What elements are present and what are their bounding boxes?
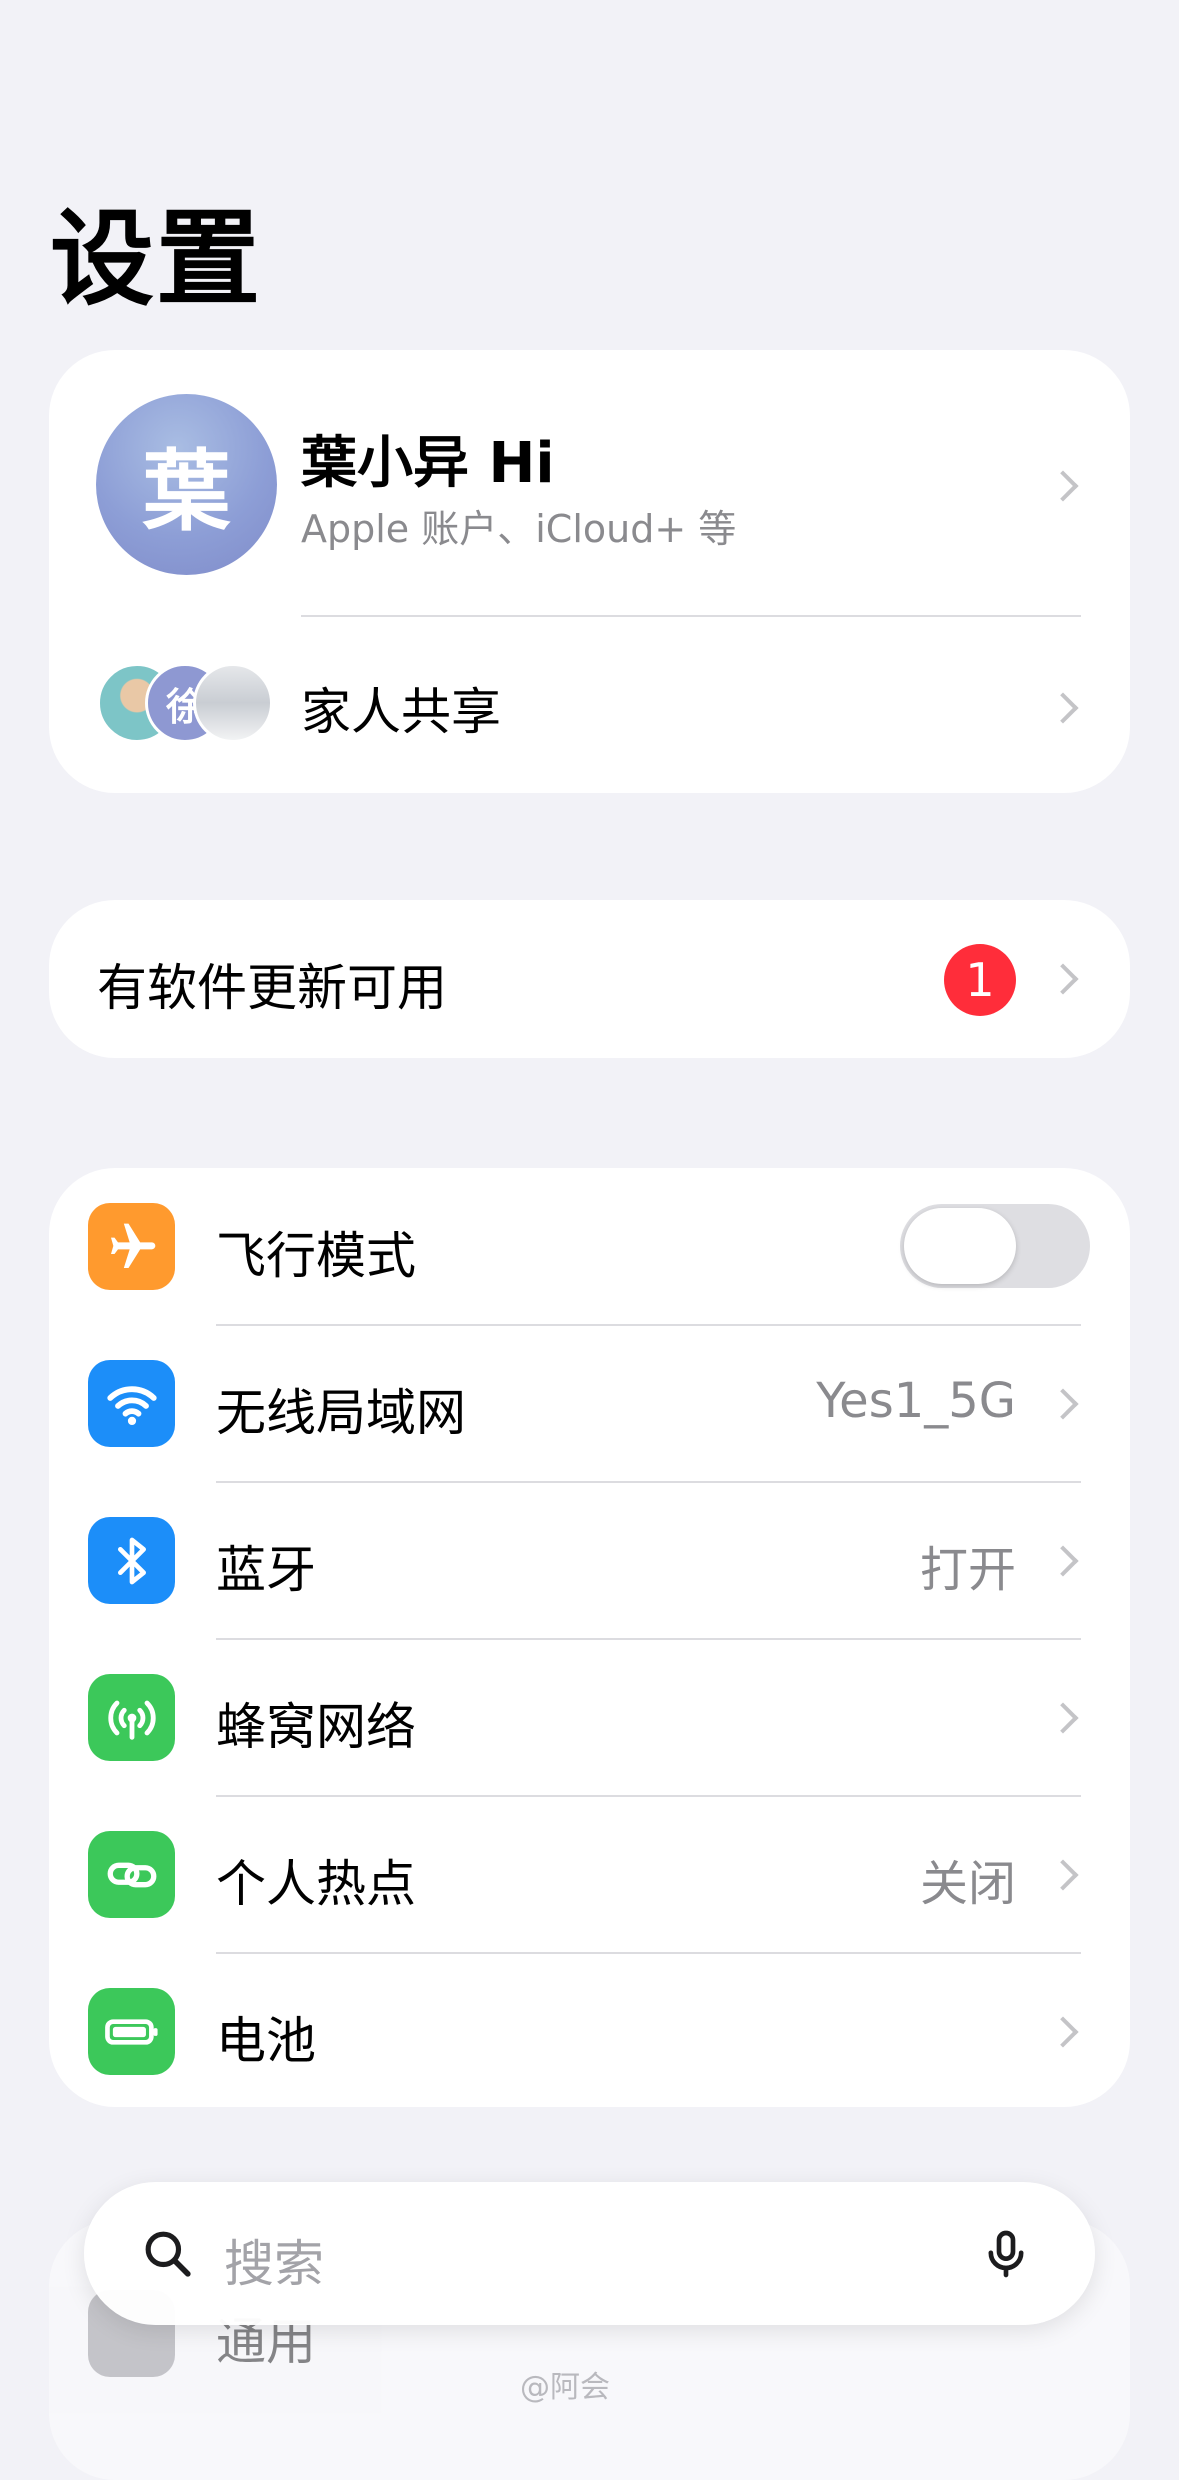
settings-row-personal-hotspot[interactable]: 个人热点 关闭 <box>49 1796 1130 1953</box>
settings-row-label: 无线局域网 <box>216 1384 466 1442</box>
settings-row-label: 个人热点 <box>216 1855 416 1913</box>
settings-row-wifi[interactable]: 无线局域网 Yes1_5G <box>49 1325 1130 1482</box>
software-update-row[interactable]: 有软件更新可用 1 <box>49 900 1130 1058</box>
chevron-right-icon <box>1047 1545 1079 1577</box>
hotspot-icon <box>88 1831 175 1918</box>
wifi-network-value: Yes1_5G <box>816 1373 1016 1429</box>
chevron-right-icon <box>1047 1702 1079 1734</box>
family-member-avatar <box>193 663 273 743</box>
settings-list: 飞行模式 无线局域网 Yes1_5G 蓝牙 打开 蜂窝网络 个人热点 关闭 电池 <box>49 1168 1130 2107</box>
settings-row-label: 电池 <box>216 2012 316 2070</box>
hotspot-status-value: 关闭 <box>919 1856 1016 1912</box>
chevron-right-icon <box>1047 963 1079 995</box>
chevron-right-icon <box>1047 470 1079 502</box>
watermark: @阿会 <box>520 2370 610 2405</box>
notification-badge: 1 <box>944 944 1016 1016</box>
bluetooth-status-value: 打开 <box>919 1542 1016 1598</box>
search-icon <box>140 2226 196 2286</box>
profile-name: 葉小异 Hi <box>301 431 555 496</box>
software-update-label: 有软件更新可用 <box>97 959 447 1017</box>
family-sharing-row[interactable]: 徐 家人共享 <box>49 617 1130 793</box>
bluetooth-icon <box>88 1517 175 1604</box>
family-avatars: 徐 <box>97 663 277 753</box>
cellular-icon <box>88 1674 175 1761</box>
toggle-knob <box>904 1208 1016 1284</box>
microphone-icon[interactable] <box>978 2224 1034 2288</box>
settings-row-label: 飞行模式 <box>216 1227 416 1285</box>
settings-row-cellular[interactable]: 蜂窝网络 <box>49 1639 1130 1796</box>
airplane-mode-toggle[interactable] <box>900 1204 1090 1288</box>
chevron-right-icon <box>1047 2016 1079 2048</box>
chevron-right-icon <box>1047 1388 1079 1420</box>
family-sharing-label: 家人共享 <box>301 683 501 741</box>
search-input[interactable]: 搜索 <box>224 2224 324 2296</box>
settings-row-battery[interactable]: 电池 <box>49 1953 1130 2107</box>
settings-row-bluetooth[interactable]: 蓝牙 打开 <box>49 1482 1130 1639</box>
battery-icon <box>88 1988 175 2075</box>
airplane-icon <box>88 1203 175 1290</box>
profile-subtitle: Apple 账户、iCloud+ 等 <box>301 507 737 551</box>
wifi-icon <box>88 1360 175 1447</box>
account-card: 葉 葉小异 Hi Apple 账户、iCloud+ 等 徐 家人共享 <box>49 350 1130 793</box>
search-bar[interactable]: 搜索 <box>84 2182 1095 2325</box>
settings-row-airplane-mode[interactable]: 飞行模式 <box>49 1168 1130 1325</box>
chevron-right-icon <box>1047 1859 1079 1891</box>
chevron-right-icon <box>1047 692 1079 724</box>
page-title: 设置 <box>50 198 263 320</box>
account-row[interactable]: 葉 葉小异 Hi Apple 账户、iCloud+ 等 <box>49 350 1130 615</box>
settings-row-label: 蓝牙 <box>216 1541 316 1599</box>
avatar: 葉 <box>96 394 277 575</box>
settings-row-label: 蜂窝网络 <box>216 1698 416 1756</box>
